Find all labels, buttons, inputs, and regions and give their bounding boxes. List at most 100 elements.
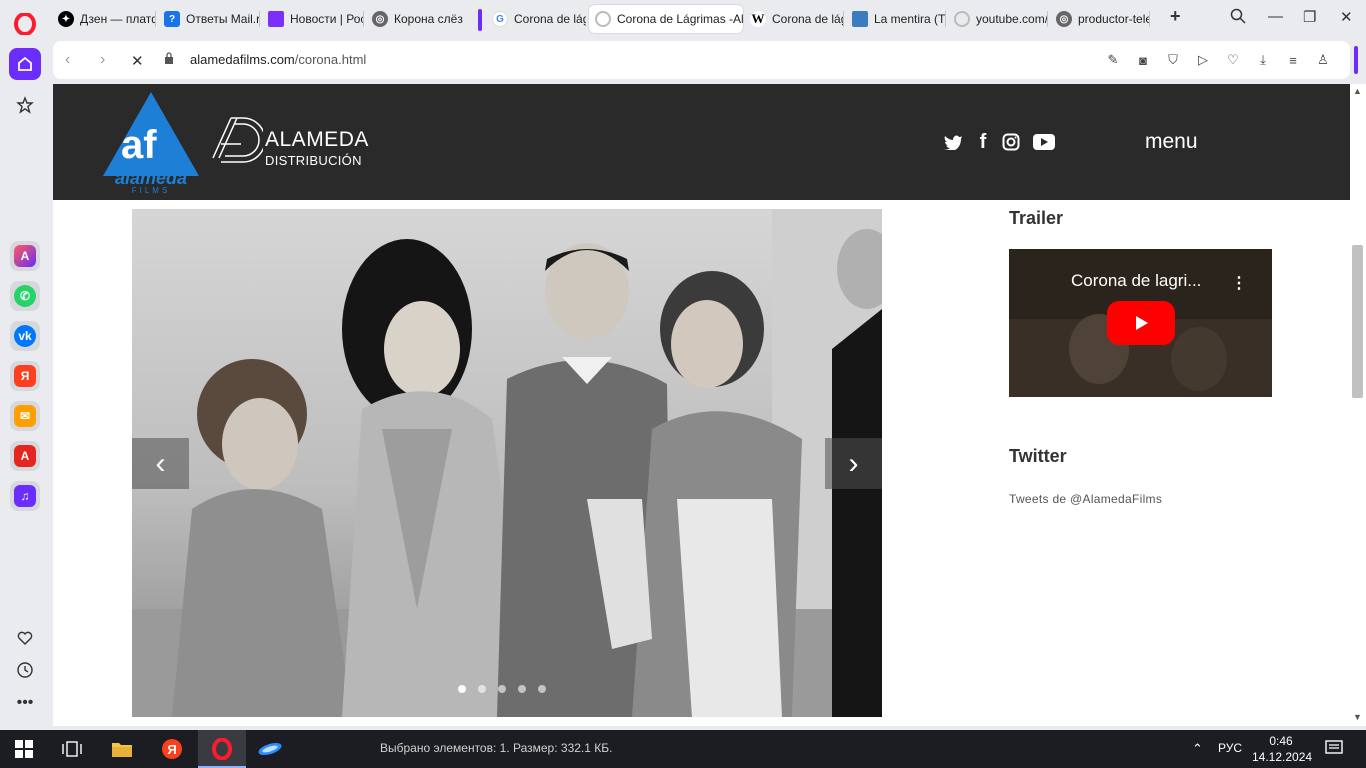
minimize-icon[interactable]: — xyxy=(1268,8,1283,25)
slider-dot[interactable] xyxy=(458,685,466,693)
trailer-video-embed[interactable]: Corona de lagri... ⋮ xyxy=(1009,249,1272,397)
heart-icon[interactable] xyxy=(11,624,39,652)
favorite-heart-icon[interactable]: ♡ xyxy=(1225,52,1241,68)
svg-text:Я: Я xyxy=(167,742,176,757)
edit-page-icon[interactable]: ✎ xyxy=(1105,52,1121,68)
tab-novosti[interactable]: Новости | Рос xyxy=(262,5,364,33)
task-view-icon[interactable] xyxy=(48,730,96,768)
sidebar-panel-toggle[interactable] xyxy=(1354,46,1358,74)
globe-icon: ◎ xyxy=(1056,11,1072,27)
opera-taskbar-icon[interactable] xyxy=(198,730,246,768)
music-player-icon[interactable]: ♫ xyxy=(10,481,40,511)
restore-window-icon[interactable]: ❐ xyxy=(1303,8,1316,26)
aria-ai-icon[interactable]: A xyxy=(10,241,40,271)
stop-loading-icon[interactable]: ✕ xyxy=(131,52,144,70)
web-page: af alameda FILMS ALAMEDA DISTRIBUCIÓN f … xyxy=(53,84,1350,726)
send-icon[interactable]: ▷ xyxy=(1195,52,1211,68)
slider-prev-button[interactable]: ‹ xyxy=(132,438,189,489)
snapshot-camera-icon[interactable]: ◙ xyxy=(1135,52,1151,68)
tab-active-corona[interactable]: Corona de Lágrimas -Al xyxy=(589,5,743,33)
url-field[interactable]: alamedafilms.com/corona.html xyxy=(190,52,366,67)
tab-label: Ответы Mail.r xyxy=(186,12,260,26)
mail-icon[interactable]: ✉ xyxy=(10,401,40,431)
facebook-icon[interactable]: f xyxy=(973,131,993,153)
slider-dot[interactable] xyxy=(478,685,486,693)
whatsapp-icon[interactable]: ✆ xyxy=(10,281,40,311)
address-bar: ‹ › ✕ alamedafilms.com/corona.html ✎ ◙ ⛉… xyxy=(53,41,1350,79)
scroll-down-icon[interactable]: ▼ xyxy=(1353,712,1362,722)
language-indicator[interactable]: РУС xyxy=(1218,741,1242,755)
notifications-icon[interactable] xyxy=(1325,739,1343,760)
vk-icon[interactable]: vk xyxy=(10,321,40,351)
app-swoosh-icon[interactable] xyxy=(246,730,294,768)
ad-monogram-icon xyxy=(212,117,263,163)
home-icon[interactable] xyxy=(9,48,41,80)
menu-button[interactable]: menu xyxy=(1145,130,1198,154)
play-icon xyxy=(1136,316,1148,330)
shield-icon[interactable]: ⛉ xyxy=(1165,52,1181,68)
profile-icon[interactable]: ♙ xyxy=(1315,52,1331,68)
question-icon: ? xyxy=(164,11,180,27)
browser-sidebar: A ✆ vk Я ✉ A ♫ ••• xyxy=(0,0,50,730)
tab-dzen[interactable]: ✦ Дзен — платф xyxy=(52,5,156,33)
twitter-icon[interactable] xyxy=(943,132,963,152)
svg-text:af: af xyxy=(121,123,157,167)
url-path: /corona.html xyxy=(294,52,367,67)
slider-pagination xyxy=(458,685,546,693)
tray-chevron-up-icon[interactable]: ⌃ xyxy=(1192,741,1203,757)
pen-icon xyxy=(268,11,284,27)
photo-icon xyxy=(852,11,868,27)
page-scrollbar[interactable]: ▲ ▼ xyxy=(1350,84,1366,726)
slider-dot[interactable] xyxy=(538,685,546,693)
yandex-browser-icon[interactable]: Я xyxy=(148,730,196,768)
youtube-play-button[interactable] xyxy=(1107,301,1175,345)
site-header: af alameda FILMS ALAMEDA DISTRIBUCIÓN f … xyxy=(53,84,1350,200)
tab-wikipedia[interactable]: W Corona de lág xyxy=(744,5,844,33)
google-icon: G xyxy=(492,11,508,27)
dzen-icon: ✦ xyxy=(58,11,74,27)
tab-youtube[interactable]: youtube.com/ xyxy=(948,5,1048,33)
tab-google-corona[interactable]: G Corona de lág xyxy=(486,5,586,33)
file-explorer-icon[interactable] xyxy=(98,730,146,768)
download-icon[interactable]: ⤓ xyxy=(1255,52,1271,68)
slider-dot[interactable] xyxy=(518,685,526,693)
instagram-icon[interactable] xyxy=(1001,132,1021,152)
tab-search-icon[interactable] xyxy=(1230,8,1246,28)
alameda-films-logo[interactable]: af alameda FILMS xyxy=(103,92,199,194)
more-options-icon[interactable]: ••• xyxy=(11,689,39,717)
close-window-icon[interactable]: ✕ xyxy=(1340,8,1353,26)
tab-otvety[interactable]: ? Ответы Mail.r xyxy=(158,5,260,33)
alameda-distribucion-logo[interactable]: ALAMEDA DISTRIBUCIÓN xyxy=(211,114,381,170)
tab-korona[interactable]: ◎ Корона слёз xyxy=(366,5,466,33)
slider-next-button[interactable]: › xyxy=(825,438,882,489)
bookmarks-star-icon[interactable] xyxy=(9,89,41,121)
yandex-icon[interactable]: Я xyxy=(10,361,40,391)
back-icon[interactable]: ‹ xyxy=(65,51,70,69)
slider-dot[interactable] xyxy=(498,685,506,693)
trailer-heading: Trailer xyxy=(1009,208,1064,228)
tab-la-mentira[interactable]: La mentira (TV xyxy=(846,5,946,33)
windows-taskbar: Я Выбрано элементов: 1. Размер: 332.1 КБ… xyxy=(0,730,1366,768)
tab-label: productor-tele xyxy=(1078,12,1150,26)
tab-label: Corona de Lágrimas -Al xyxy=(617,12,743,26)
easy-setup-icon[interactable]: ≡ xyxy=(1285,52,1301,68)
windows-start-icon[interactable] xyxy=(0,730,48,768)
video-more-icon[interactable]: ⋮ xyxy=(1231,273,1247,293)
clock-time: 0:46 xyxy=(1269,734,1293,748)
scrollbar-thumb[interactable] xyxy=(1352,245,1363,398)
tab-label: Корона слёз xyxy=(394,12,463,26)
new-tab-plus-icon[interactable]: + xyxy=(1170,6,1181,27)
tab-label: La mentira (TV xyxy=(874,12,946,26)
tab-label: Дзен — платф xyxy=(80,12,156,26)
forward-icon[interactable]: › xyxy=(100,51,105,69)
translate-icon[interactable]: A xyxy=(10,441,40,471)
clock[interactable]: 0:46 14.12.2024 xyxy=(1252,733,1312,765)
scroll-up-icon[interactable]: ▲ xyxy=(1353,86,1362,96)
history-clock-icon[interactable] xyxy=(11,656,39,684)
dist-subtitle: DISTRIBUCIÓN xyxy=(265,153,362,168)
twitter-feed-link[interactable]: Tweets de @AlamedaFilms xyxy=(1009,492,1162,506)
youtube-icon[interactable] xyxy=(1032,132,1056,152)
explorer-status-text: Выбрано элементов: 1. Размер: 332.1 КБ. xyxy=(380,741,613,755)
tab-productor[interactable]: ◎ productor-tele xyxy=(1050,5,1150,33)
opera-menu-icon[interactable] xyxy=(9,8,41,40)
